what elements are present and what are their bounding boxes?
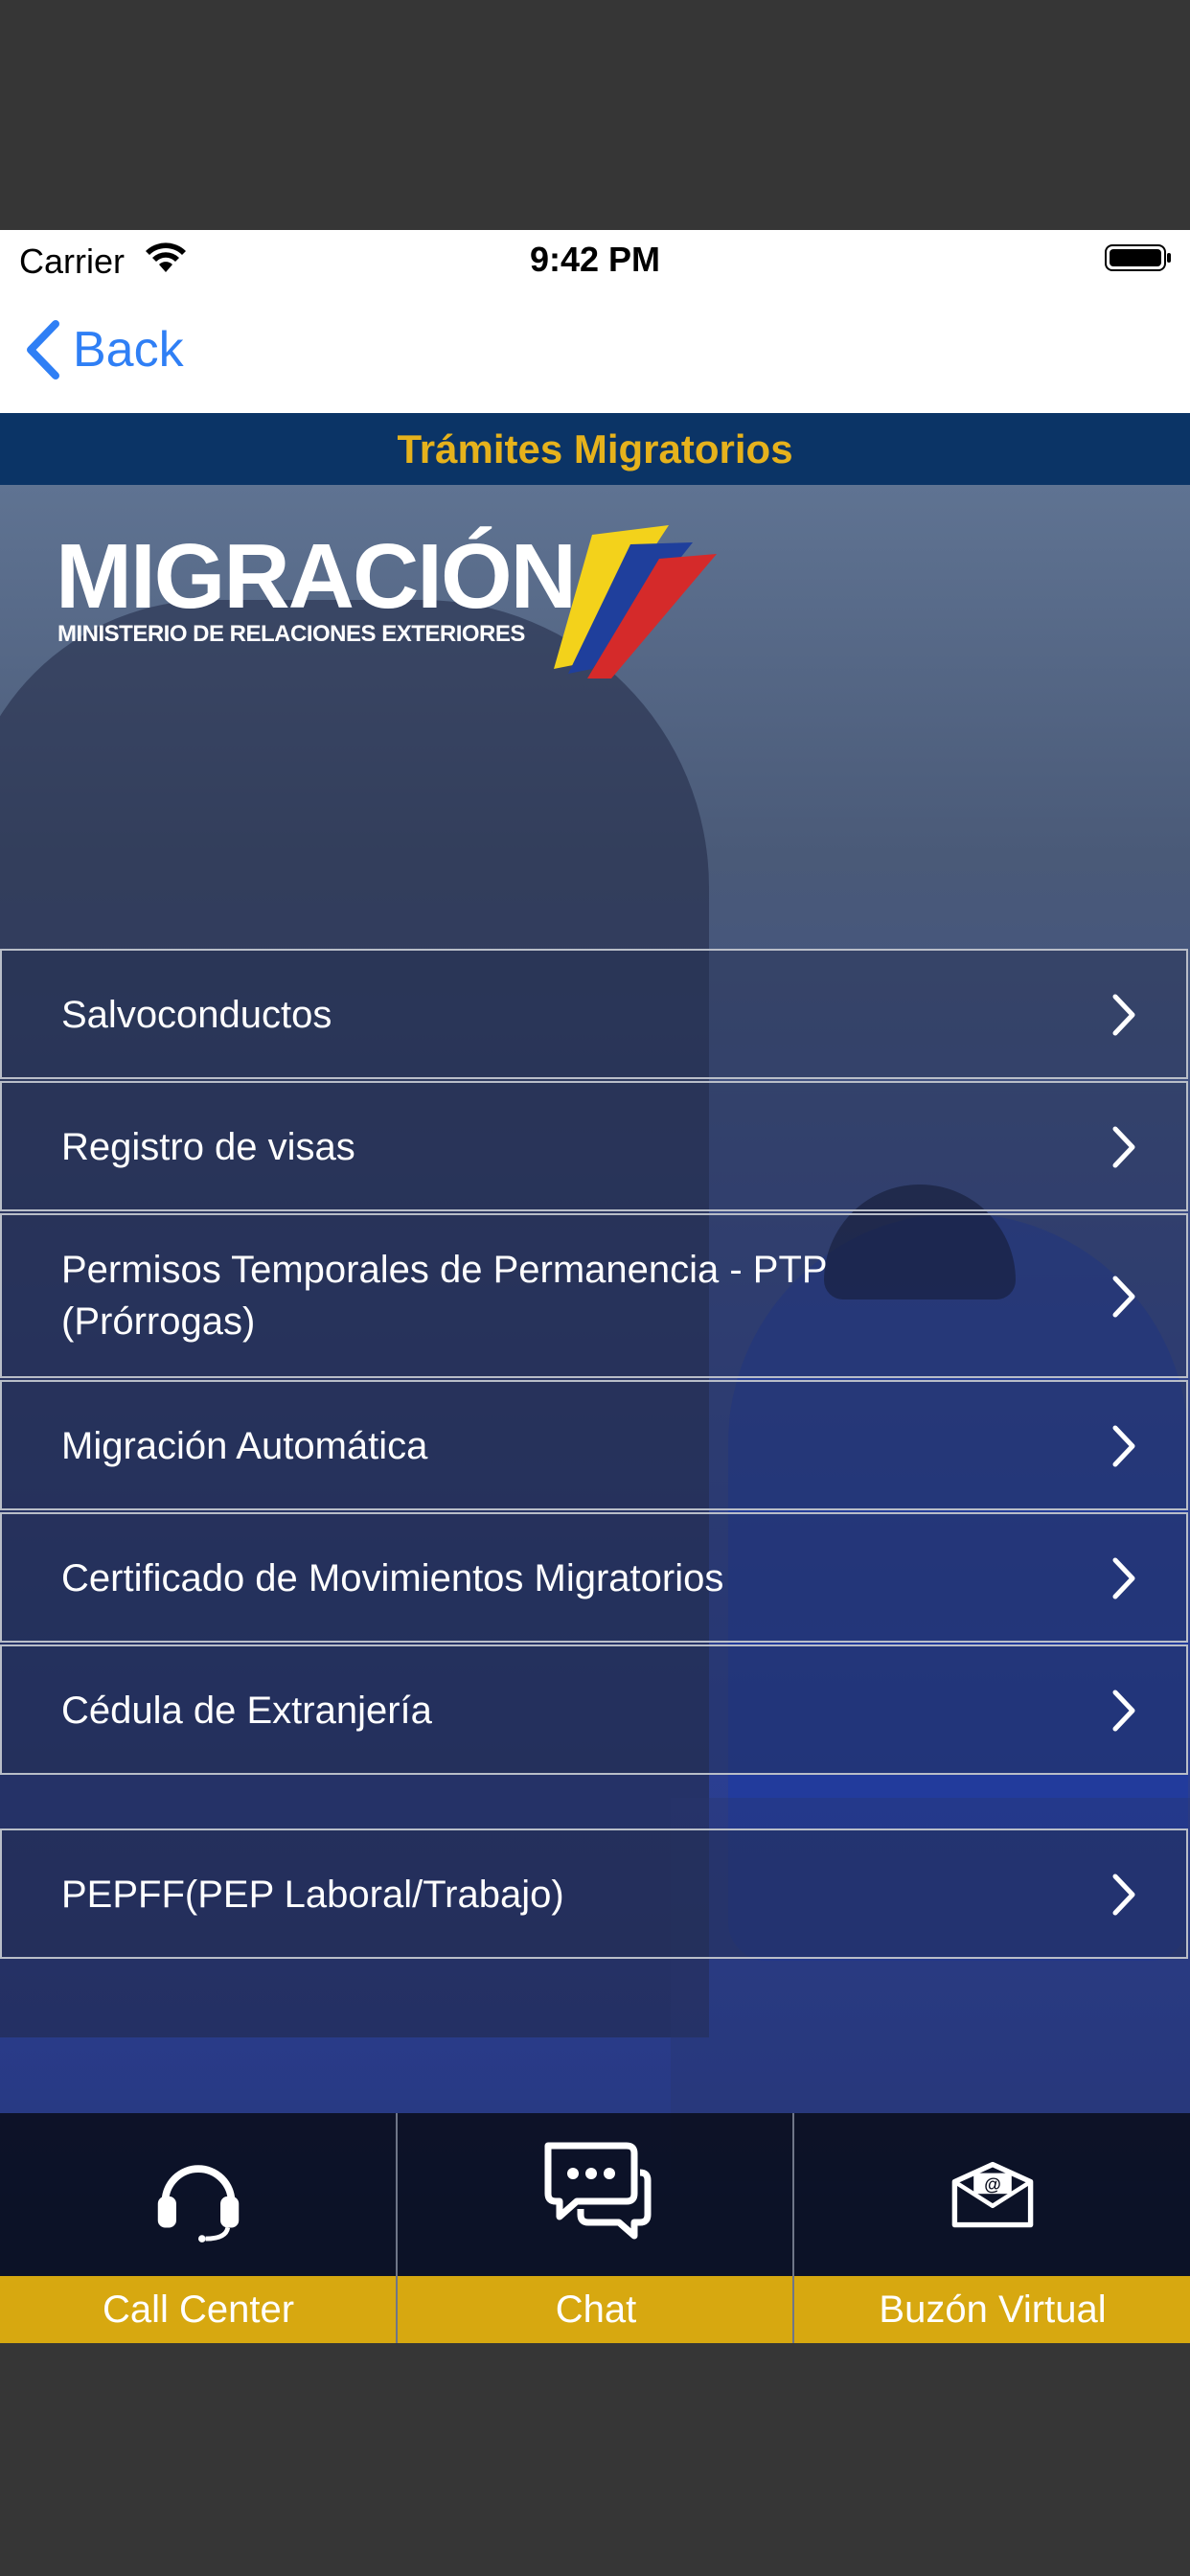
tab-label: Buzón Virtual [879,2288,1107,2331]
menu-item-label: PEPFF(PEP Laboral/Trabajo) [61,1874,564,1916]
mail-envelope-icon: @ [951,2161,1034,2228]
bottom-tab-bar: Call Center Chat @ Buzón Virtual [0,2113,1190,2343]
menu-item-label: Permisos Temporales de Permanencia - PTP [61,1249,828,1291]
menu-item-salvoconductos[interactable]: Salvoconductos [0,949,1188,1079]
tab-label: Chat [555,2288,637,2331]
navigation-bar: Back [0,288,1190,413]
battery-icon [1105,244,1171,271]
menu-item-label: Registro de visas [61,1126,355,1168]
back-button[interactable]: Back [23,316,184,383]
logo-subtitle: MINISTERIO DE RELACIONES EXTERIORES [57,621,525,647]
status-bar: Carrier 9:42 PM [0,230,1190,288]
menu-item-label: Migración Automática [61,1425,428,1467]
menu-item-migracion-automatica[interactable]: Migración Automática [0,1380,1188,1510]
logo-brand: MIGRACIÓN [56,525,577,628]
chevron-right-icon [1112,994,1135,1036]
chevron-right-icon [1112,1690,1135,1732]
menu-item-registro-visas[interactable]: Registro de visas [0,1081,1188,1211]
tab-call-center[interactable]: Call Center [0,2113,397,2343]
tab-label: Call Center [102,2288,295,2331]
content-area: MIGRACIÓN MINISTERIO DE RELACIONES EXTER… [0,485,1190,2343]
headset-icon [157,2165,240,2242]
chevron-right-icon [1112,1126,1135,1168]
chevron-right-icon [1112,1425,1135,1467]
chevron-right-icon [1112,1874,1135,1916]
tab-chat[interactable]: Chat [398,2113,794,2343]
menu-item-certificado-movimientos[interactable]: Certificado de Movimientos Migratorios [0,1512,1188,1643]
menu-item-pepff[interactable]: PEPFF(PEP Laboral/Trabajo) [0,1828,1188,1959]
svg-text:@: @ [984,2175,1001,2195]
clock: 9:42 PM [529,240,661,279]
migracion-logo: MIGRACIÓN MINISTERIO DE RELACIONES EXTER… [56,525,726,678]
chevron-right-icon [1112,1557,1135,1599]
chevron-right-icon [1112,1276,1135,1318]
menu-item-label: Cédula de Extranjería [61,1690,432,1732]
menu-item-label-line2: (Prórrogas) [61,1300,256,1343]
page-title: Trámites Migratorios [397,426,793,472]
app-screen: Carrier 9:42 PM Back Trámites Migratorio… [0,230,1190,2343]
title-band: Trámites Migratorios [0,413,1190,485]
chevron-left-icon [27,320,59,380]
menu-item-label: Salvoconductos [61,994,332,1036]
tab-buzon-virtual[interactable]: @ Buzón Virtual [794,2113,1190,2343]
chat-bubbles-icon [544,2142,652,2240]
menu-item-cedula-extranjeria[interactable]: Cédula de Extranjería [0,1644,1188,1775]
menu-item-ptp[interactable]: Permisos Temporales de Permanencia - PTP… [0,1213,1188,1378]
back-label: Back [73,322,184,378]
menu-item-label: Certificado de Movimientos Migratorios [61,1557,724,1599]
